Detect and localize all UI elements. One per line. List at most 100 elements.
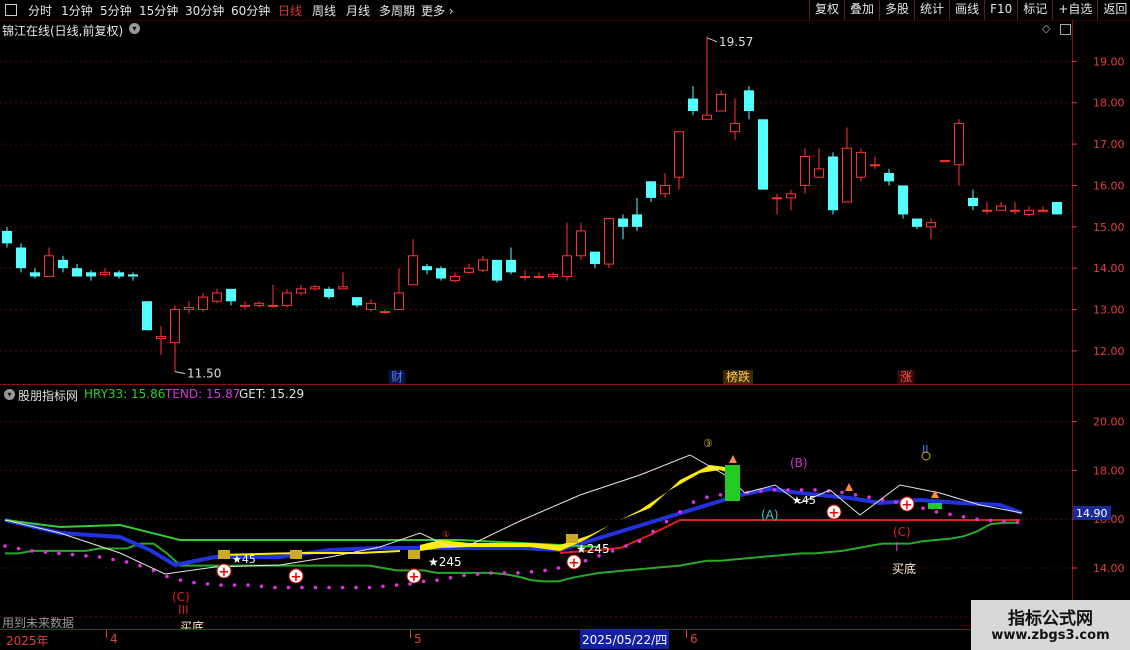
tend-dot [354, 585, 358, 590]
period-tab[interactable]: 30分钟 [185, 2, 224, 19]
candle-body [758, 119, 768, 190]
tend-dot [84, 554, 88, 558]
toolbar-button[interactable]: 画线 [949, 0, 984, 20]
toolbar-button[interactable]: 统计 [914, 0, 949, 20]
star-label: ★245 [428, 555, 462, 569]
period-tab[interactable]: 月线 [346, 2, 370, 19]
low-pointer [174, 371, 186, 375]
y-axis-label: 14.00 [1093, 562, 1125, 575]
candle-body [604, 218, 614, 265]
period-tab[interactable]: 多周期 [379, 2, 415, 19]
tend-dot [192, 580, 196, 585]
period-tab[interactable]: 更多 › [421, 2, 454, 19]
candle-body [870, 164, 880, 167]
candle-body [142, 301, 152, 331]
candle-body [968, 197, 978, 207]
tend-dot [664, 519, 669, 524]
tend-dot [43, 550, 48, 554]
support-red-line [559, 519, 1020, 554]
candle-body [114, 272, 124, 277]
tend-dot [772, 488, 777, 492]
period-tab[interactable]: 60分钟 [231, 2, 270, 19]
star-label: ★245 [576, 542, 610, 556]
tend-dot [867, 495, 871, 499]
indicator-chart[interactable]: 20.0018.0016.0014.0012.0014.90++++++★245… [0, 385, 1130, 629]
candle-body [380, 311, 390, 314]
tend-dot [394, 583, 399, 587]
wave-b-label: (B) [790, 456, 808, 470]
low-label: 11.50 [187, 367, 221, 381]
tend-dot [462, 573, 466, 578]
wave-c-label: (C) [893, 525, 911, 539]
month-label-4: 4 [110, 632, 118, 646]
candle-body [800, 156, 810, 186]
tend-dot [178, 578, 183, 582]
candle-body [954, 122, 964, 166]
gold-box [408, 550, 420, 559]
candle-body [744, 90, 754, 111]
period-tab[interactable]: 周线 [312, 2, 336, 19]
tend-dot [232, 583, 237, 587]
buy-plus: + [409, 570, 420, 585]
candle-body [674, 131, 684, 178]
toolbar-button[interactable]: +自选 [1052, 0, 1097, 20]
period-tab[interactable]: 日线 [278, 2, 302, 19]
candle-body [464, 267, 474, 273]
candle-body [170, 309, 180, 344]
candle-body [226, 288, 236, 302]
buy-plus: + [902, 498, 913, 513]
tend-dot [988, 518, 993, 523]
tend-dot [921, 506, 925, 510]
tend-dot [205, 582, 210, 586]
tend-dot [57, 551, 61, 556]
toolbar-button[interactable]: 叠加 [844, 0, 879, 20]
gold-box [218, 550, 230, 559]
candle-body [240, 304, 250, 307]
candle-body [324, 288, 334, 298]
y-axis-label: 17.00 [1093, 138, 1125, 151]
tend-dot [124, 560, 129, 564]
tend-dot [637, 539, 642, 543]
tend-dot [273, 585, 277, 590]
candle-body [926, 222, 936, 228]
candle-body [478, 259, 488, 271]
rocket-icon [729, 455, 737, 463]
toolbar-button[interactable]: 返回 [1097, 0, 1130, 20]
circle-one: ① [442, 530, 450, 540]
candlestick-chart[interactable]: 19.00 18.00 17.00 16.00 15.00 14.00 13.00 12.00… [0, 20, 1130, 384]
date-axis: 2025年 4 5 6 2025/05/22/四 [0, 630, 1130, 650]
tend-dot [529, 569, 534, 574]
tend-dot [948, 512, 952, 517]
candle-body [1052, 202, 1062, 215]
toolbar-button[interactable]: 复权 [809, 0, 844, 20]
tend-dot [475, 572, 480, 576]
candle-body [352, 297, 362, 306]
back-square-icon[interactable] [5, 4, 17, 16]
toolbar-button[interactable]: 标记 [1017, 0, 1052, 20]
tend-dot [583, 558, 588, 563]
candle-body [730, 122, 740, 133]
toolbar-button[interactable]: 多股 [879, 0, 914, 20]
tend-dot [286, 585, 291, 590]
candle-body [786, 193, 796, 199]
roman-three: III [178, 603, 189, 617]
cursor-date-label: 2025/05/22/四 [580, 630, 670, 649]
tend-dot [718, 493, 723, 497]
future-data-note: 用到未来数据 [2, 616, 75, 630]
tend-dot [786, 488, 790, 492]
candle-body [156, 335, 166, 340]
buy-plus: + [291, 570, 302, 585]
candle-body [282, 292, 292, 306]
buy-plus: + [829, 506, 840, 521]
tend-dot [691, 500, 696, 504]
tend-dot [165, 574, 169, 579]
toolbar-button[interactable]: F10 [984, 0, 1017, 20]
period-tab[interactable]: 1分钟 [61, 2, 93, 19]
tend-dot [16, 546, 21, 551]
period-tab[interactable]: 分时 [28, 2, 52, 19]
period-tab[interactable]: 15分钟 [139, 2, 178, 19]
period-tab[interactable]: 5分钟 [100, 2, 132, 19]
tend-dot [435, 578, 439, 582]
candle-body [506, 259, 516, 273]
month-label-6: 6 [690, 632, 698, 646]
